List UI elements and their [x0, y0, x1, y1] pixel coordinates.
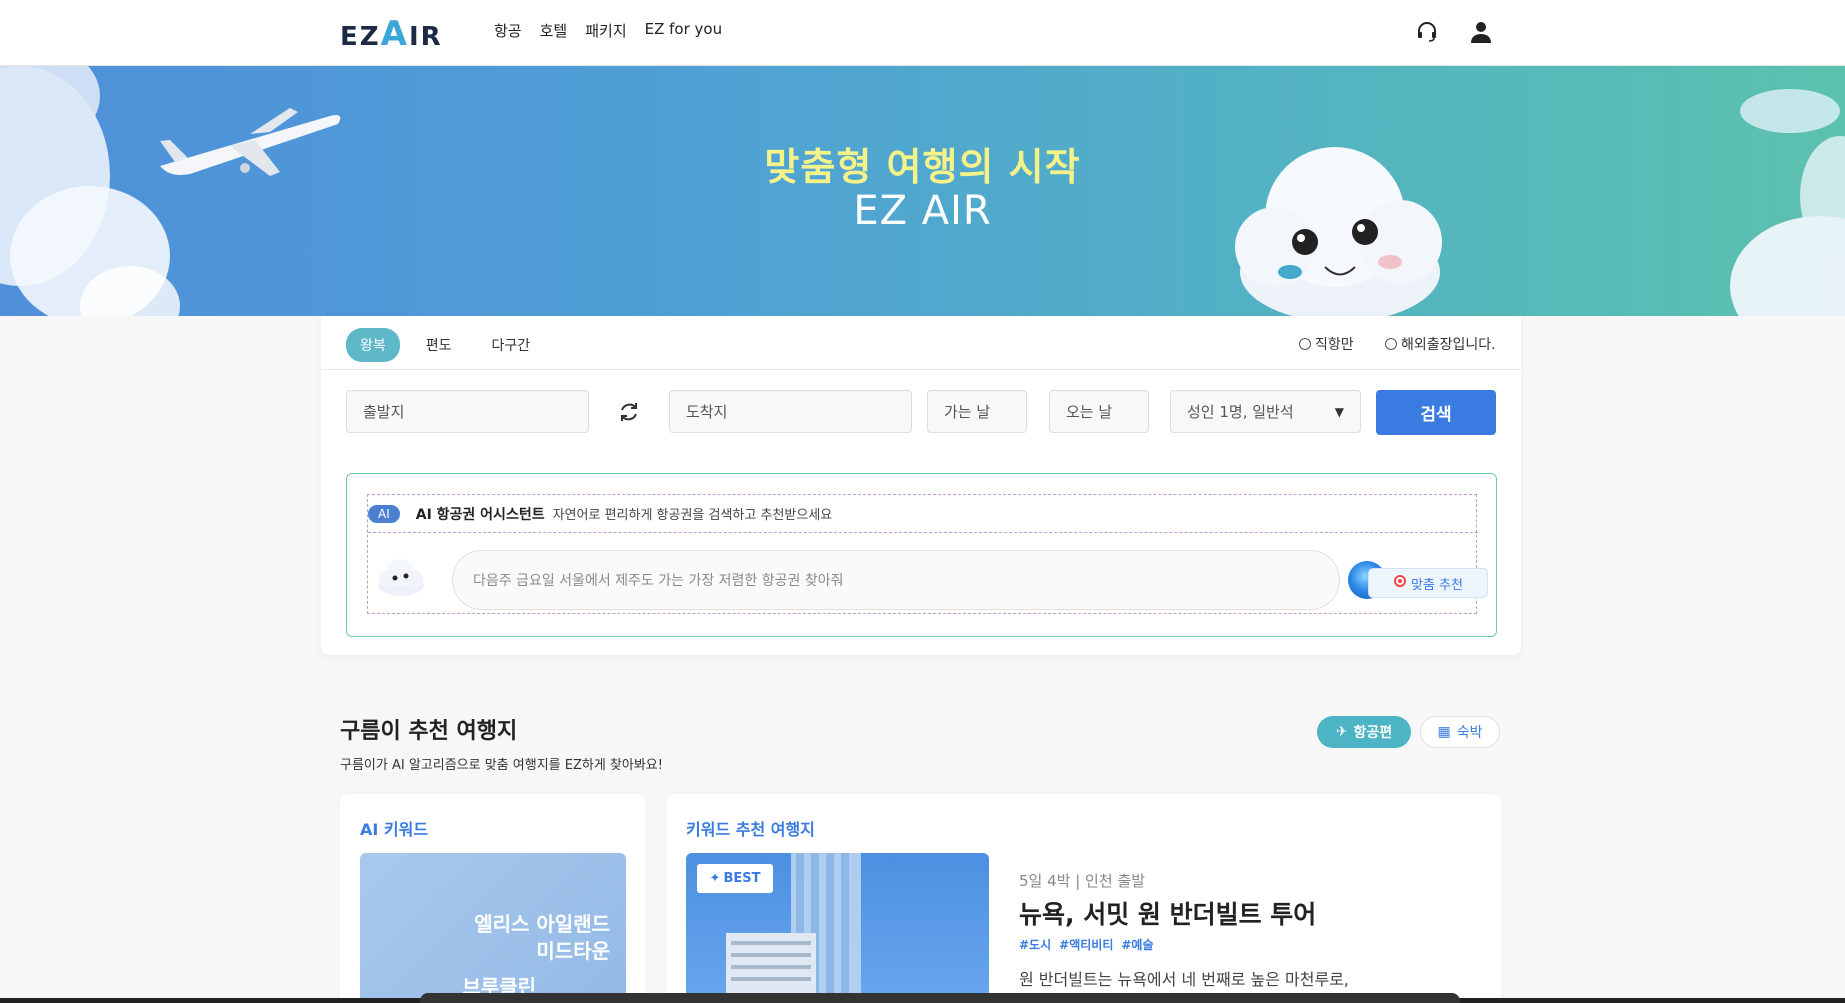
keyword-cloud-image: 엘리스 아일랜드 미드타운 브루클린	[360, 853, 626, 1003]
main-nav: 항공 호텔 패키지 EZ for you	[494, 20, 722, 41]
tag-city[interactable]: #도시	[1019, 936, 1051, 953]
hero-banner: 맞춤형 여행의 시작 EZ AIR	[0, 66, 1845, 316]
business-trip-option[interactable]: 해외출장입니다.	[1385, 334, 1496, 354]
custom-recommend-label: 맞춤 추천	[1411, 577, 1463, 593]
top-navigation-bar: EZAIR 항공 호텔 패키지 EZ for you	[0, 0, 1845, 66]
trip-type-tabs: 왕복 편도 다구간	[346, 328, 544, 362]
nav-item-ez-for-you[interactable]: EZ for you	[645, 20, 722, 41]
keyword-tag-2[interactable]: 미드타운	[536, 935, 610, 964]
destination-tags: #도시 #액티비티 #예술	[1019, 936, 1154, 953]
depart-date-field[interactable]: 가는 날	[927, 390, 1027, 433]
headset-icon[interactable]	[1413, 18, 1441, 46]
cloud-mascot-icon	[378, 559, 424, 596]
destination-description: 원 반더빌트는 뉴욕에서 네 번째로 높은 마천루로,	[1019, 970, 1350, 989]
keyword-destination-title: 키워드 추천 여행지	[686, 820, 815, 839]
destination-name[interactable]: 뉴욕, 서밋 원 반더빌트 투어	[1019, 895, 1316, 931]
keyword-tag-1[interactable]: 엘리스 아일랜드	[474, 908, 610, 937]
floating-bottom-bar[interactable]	[420, 993, 1460, 1003]
building-icon: ▦	[1437, 724, 1451, 740]
business-trip-label: 해외출장입니다.	[1401, 337, 1496, 353]
direct-only-radio[interactable]	[1299, 338, 1311, 350]
ai-badge: AI	[368, 504, 400, 523]
cloud-mascot-image	[1235, 147, 1442, 316]
ezair-logo[interactable]: EZAIR	[340, 14, 443, 54]
ai-keyword-panel: AI 키워드 엘리스 아일랜드 미드타운 브루클린	[340, 794, 646, 1003]
direct-only-option[interactable]: 직항만	[1299, 334, 1354, 354]
tab-one-way[interactable]: 편도	[412, 328, 466, 362]
section-description: 구름이가 AI 알고리즘으로 맞춤 여행지를 EZ하게 찾아봐요!	[340, 758, 663, 773]
search-button[interactable]: 검색	[1376, 390, 1496, 435]
tag-activity[interactable]: #액티비티	[1059, 936, 1113, 953]
return-date-field[interactable]: 오는 날	[1049, 390, 1149, 433]
direct-only-label: 직항만	[1315, 337, 1354, 353]
destination-image[interactable]: ✦ BEST	[686, 853, 989, 1003]
ai-prompt-input[interactable]: 다음주 금요일 서울에서 제주도 가는 가장 저렴한 항공권 찾아줘	[452, 550, 1386, 610]
search-divider	[321, 369, 1521, 370]
nav-item-hotel[interactable]: 호텔	[540, 20, 568, 41]
hero-subtitle: EZ AIR	[853, 188, 992, 234]
cloud-right-decoration	[1730, 89, 1845, 316]
hero-title: 맞춤형 여행의 시작	[764, 145, 1081, 189]
section-title: 구름이 추천 여행지	[340, 719, 518, 744]
flight-search-panel: 왕복 편도 다구간 직항만 해외출장입니다. 출발지 도착지 가는 날 오는 날…	[321, 316, 1521, 655]
chevron-down-icon: ▼	[1334, 404, 1344, 419]
departure-input[interactable]: 출발지	[346, 390, 589, 433]
toggle-lodging-label: 숙박	[1456, 725, 1483, 741]
ai-assistant-box: AI AI 항공권 어시스턴트 자연어로 편리하게 항공권을 검색하고 추천받으…	[346, 473, 1497, 637]
nav-item-package[interactable]: 패키지	[585, 20, 626, 41]
keyword-destination-panel: 키워드 추천 여행지 ✦ BEST 5일 4박 | 인천 출발 뉴욕, 서밋 원…	[666, 794, 1501, 1003]
toggle-flights-button[interactable]: ✈ 항공편	[1317, 716, 1411, 748]
tag-art[interactable]: #예술	[1121, 936, 1153, 953]
swap-icon[interactable]	[617, 400, 641, 424]
tab-multi-city[interactable]: 다구간	[478, 328, 545, 362]
best-badge-label: BEST	[723, 871, 761, 886]
user-icon[interactable]	[1467, 18, 1495, 46]
ai-assistant-description: 자연어로 편리하게 항공권을 검색하고 추천받으세요	[552, 508, 833, 523]
tab-round-trip[interactable]: 왕복	[346, 328, 400, 362]
ai-assistant-title: AI 항공권 어시스턴트	[415, 506, 545, 523]
destination-meta: 5일 4박 | 인천 출발	[1019, 872, 1146, 890]
best-badge: ✦ BEST	[697, 864, 773, 893]
sparkle-icon: ✦	[709, 871, 721, 886]
ai-assistant-header: AI AI 항공권 어시스턴트 자연어로 편리하게 항공권을 검색하고 추천받으…	[368, 495, 1478, 533]
target-icon	[1393, 574, 1407, 592]
ai-keyword-title: AI 키워드	[360, 820, 429, 839]
toggle-flights-label: 항공편	[1353, 725, 1393, 741]
custom-recommend-button[interactable]: 맞춤 추천	[1368, 568, 1488, 598]
ai-assistant-inner: AI AI 항공권 어시스턴트 자연어로 편리하게 항공권을 검색하고 추천받으…	[367, 494, 1488, 614]
ai-prompt-placeholder: 다음주 금요일 서울에서 제주도 가는 가장 저렴한 항공권 찾아줘	[473, 573, 844, 589]
nav-item-flight[interactable]: 항공	[494, 20, 522, 41]
passenger-select-value: 성인 1명, 일반석	[1187, 403, 1294, 421]
toggle-lodging-button[interactable]: ▦ 숙박	[1420, 716, 1500, 748]
business-trip-radio[interactable]	[1385, 338, 1397, 350]
passenger-select[interactable]: 성인 1명, 일반석 ▼	[1170, 390, 1361, 433]
arrival-input[interactable]: 도착지	[669, 390, 912, 433]
plane-icon: ✈	[1335, 724, 1348, 740]
